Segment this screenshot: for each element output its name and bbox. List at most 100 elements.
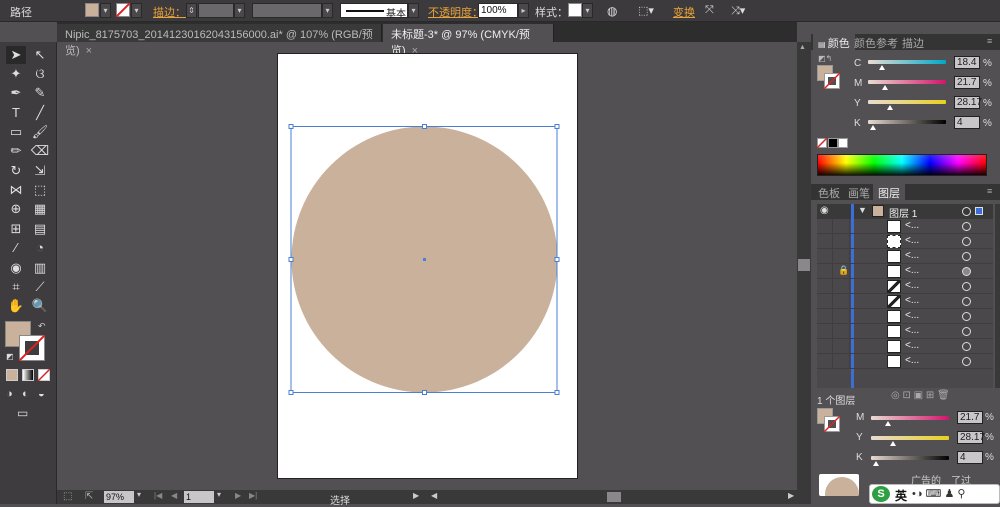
stroke-label[interactable]: 描边：: [153, 4, 186, 20]
transform-label[interactable]: 变换: [673, 4, 695, 20]
ime-language[interactable]: 英: [895, 487, 907, 504]
slice-tool-icon[interactable]: ⟋: [30, 278, 50, 296]
visibility-toggle[interactable]: [817, 309, 833, 324]
target-icon[interactable]: [962, 357, 971, 366]
curvature-tool-icon[interactable]: ✎: [30, 84, 50, 102]
tab-stroke[interactable]: 描边: [897, 34, 929, 50]
cyan-slider[interactable]: [868, 60, 946, 64]
cyan-knob[interactable]: [879, 65, 885, 70]
target-icon[interactable]: [962, 297, 971, 306]
opacity-label[interactable]: 不透明度：: [428, 4, 483, 20]
align-icon[interactable]: ⬚▾: [638, 4, 654, 17]
selection-tool-icon[interactable]: ➤: [6, 46, 26, 64]
target-icon[interactable]: [962, 237, 971, 246]
opacity-input[interactable]: 100%: [478, 3, 518, 18]
variable-width-dropdown-icon[interactable]: ▾: [322, 3, 333, 18]
more-options-icon[interactable]: ⤨▾: [731, 4, 745, 18]
fill-swatch[interactable]: [85, 3, 99, 17]
visibility-toggle[interactable]: [817, 234, 833, 249]
style-dropdown-icon[interactable]: ▾: [582, 3, 593, 18]
target-icon[interactable]: [962, 252, 971, 261]
zoom-tool-icon[interactable]: 🔍: [30, 297, 50, 315]
visibility-toggle[interactable]: [817, 354, 833, 369]
recolor-icon[interactable]: ◍: [607, 4, 617, 18]
handle-top[interactable]: [422, 124, 427, 129]
sublayer-name[interactable]: <...: [905, 250, 919, 261]
stroke-weight-stepper[interactable]: ⇕: [186, 3, 197, 18]
free-transform-tool-icon[interactable]: ⬚: [30, 181, 50, 199]
zoom-input[interactable]: 97%: [104, 491, 134, 503]
sublayer-name[interactable]: <...: [905, 340, 919, 351]
selection-indicator[interactable]: [975, 207, 983, 215]
handle-bottom[interactable]: [422, 390, 427, 395]
tab-color-guide[interactable]: 颜色参考: [849, 34, 903, 50]
handle-top-right[interactable]: [554, 124, 560, 129]
line-segment-tool-icon[interactable]: ╱: [30, 104, 50, 122]
yellow-value-input[interactable]: 28.17: [954, 96, 982, 109]
stroke-dropdown-icon[interactable]: ▾: [131, 3, 142, 18]
tab-doc-2[interactable]: 未标题-3* @ 97% (CMYK/预览) ×: [383, 24, 554, 57]
visibility-toggle[interactable]: [817, 339, 833, 354]
zoom-dropdown-icon[interactable]: ▾: [137, 490, 141, 499]
gradient-tool-icon[interactable]: ▤: [30, 220, 50, 238]
panel-stroke-box[interactable]: [824, 73, 840, 89]
mesh-tool-icon[interactable]: ⊞: [6, 220, 26, 238]
lock-toggle[interactable]: [834, 234, 850, 249]
target-icon[interactable]: [962, 282, 971, 291]
handle-right[interactable]: [554, 257, 560, 262]
sublayer-name[interactable]: <...: [905, 280, 919, 291]
horizontal-scroll-thumb[interactable]: [607, 492, 621, 502]
black-slider[interactable]: [868, 120, 946, 124]
prev-artboard-icon[interactable]: ◀: [171, 491, 177, 500]
black2-value-input[interactable]: 4: [957, 451, 983, 464]
lasso-tool-icon[interactable]: ଓ: [30, 65, 50, 83]
sublayer-row[interactable]: <...: [817, 294, 993, 309]
black-swatch[interactable]: [828, 138, 838, 148]
visibility-toggle[interactable]: [817, 279, 833, 294]
stroke-weight-dropdown-icon[interactable]: ▾: [234, 3, 245, 18]
layer-row-main[interactable]: ◉ ▼ 图层 1: [817, 204, 993, 388]
visibility-toggle[interactable]: [817, 264, 833, 279]
panel-menu-icon[interactable]: ≡: [987, 36, 992, 46]
tab-doc-1[interactable]: Nipic_8175703_20141230162043156000.ai* @…: [57, 24, 382, 57]
expand-arrow-icon[interactable]: ▼: [858, 205, 867, 215]
pen-tool-icon[interactable]: ✒: [6, 84, 26, 102]
target-icon[interactable]: [962, 327, 971, 336]
visibility-toggle[interactable]: [817, 294, 833, 309]
handle-bottom-left[interactable]: [288, 390, 294, 395]
screen-mode-icon[interactable]: ▭: [17, 406, 28, 420]
sublayer-row[interactable]: <...: [817, 339, 993, 354]
artboard-dropdown-icon[interactable]: ▾: [217, 490, 221, 499]
close-icon[interactable]: ×: [86, 45, 92, 57]
scroll-right-icon[interactable]: ▶: [788, 491, 794, 500]
isolate-icon[interactable]: ⤧: [705, 4, 714, 17]
status-menu-icon[interactable]: ▶: [413, 491, 419, 500]
sublayer-row[interactable]: <...: [817, 234, 993, 249]
black2-knob[interactable]: [873, 461, 879, 466]
none-mode-icon[interactable]: [38, 369, 50, 381]
black-knob[interactable]: [870, 125, 876, 130]
vertical-scroll-thumb[interactable]: [798, 259, 810, 271]
magenta-slider[interactable]: [868, 80, 946, 84]
handle-top-left[interactable]: [288, 124, 294, 129]
type-tool-icon[interactable]: T: [6, 104, 26, 122]
scroll-up-icon[interactable]: ▲: [799, 44, 809, 52]
lock-toggle[interactable]: 🔒: [834, 264, 850, 279]
stroke-color-box[interactable]: [19, 335, 45, 361]
gradient-mode-icon[interactable]: [22, 369, 34, 381]
sublayer-name[interactable]: <...: [905, 235, 919, 246]
sublayer-name[interactable]: <...: [905, 310, 919, 321]
scroll-left-icon[interactable]: ◀: [431, 491, 437, 500]
sublayer-row[interactable]: <...: [817, 249, 993, 264]
variable-width-dropdown[interactable]: [252, 3, 322, 18]
target-icon[interactable]: [962, 222, 971, 231]
white-swatch[interactable]: [838, 138, 848, 148]
artboard-nav-icon[interactable]: ⬚: [63, 491, 72, 502]
target-icon[interactable]: [962, 267, 971, 276]
lock-toggle[interactable]: [834, 279, 850, 294]
lock-toggle[interactable]: [834, 339, 850, 354]
default-fill-stroke-icon[interactable]: ◩↰: [818, 54, 832, 63]
last-artboard-icon[interactable]: ▶|: [249, 491, 257, 500]
pencil-tool-icon[interactable]: ✏: [6, 142, 26, 160]
magenta2-knob[interactable]: [885, 421, 891, 426]
